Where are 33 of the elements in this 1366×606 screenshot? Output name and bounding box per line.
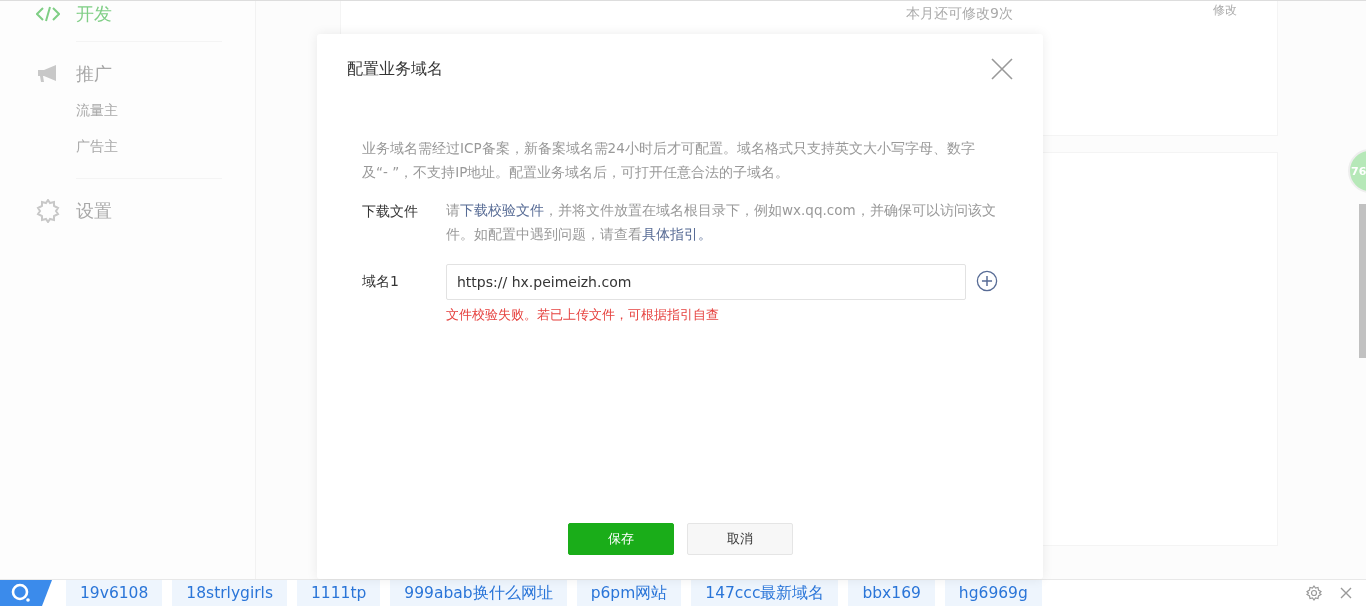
scrollbar-thumb[interactable] bbox=[1359, 204, 1366, 358]
search-logo-icon[interactable] bbox=[0, 580, 52, 606]
modify-link[interactable]: 修改 bbox=[1213, 2, 1237, 19]
search-tag[interactable]: hg6969g bbox=[944, 580, 1042, 606]
search-tag[interactable]: 999abab换什么网址 bbox=[390, 580, 567, 606]
dialog-title: 配置业务域名 bbox=[347, 58, 443, 80]
gear-icon bbox=[36, 199, 60, 223]
close-icon[interactable] bbox=[1338, 585, 1354, 601]
close-button[interactable] bbox=[991, 58, 1013, 80]
domain-input[interactable]: https:// hx.peimeizh.com bbox=[446, 264, 966, 300]
sidebar-item[interactable]: 设置 bbox=[36, 193, 255, 229]
add-icon[interactable] bbox=[976, 269, 998, 293]
modify-count-note: 本月还可修改9次 bbox=[906, 5, 1013, 23]
code-icon bbox=[36, 6, 60, 22]
save-button[interactable]: 保存 bbox=[567, 523, 674, 555]
search-tag[interactable]: 147ccc最新域名 bbox=[691, 580, 839, 606]
search-tag[interactable]: 19v6108 bbox=[66, 580, 163, 606]
text-link[interactable]: 下载校验文件 bbox=[460, 202, 544, 218]
settings-icon[interactable] bbox=[1306, 585, 1322, 601]
text-link[interactable]: 具体指引。 bbox=[642, 226, 712, 242]
intro-text: 业务域名需经过ICP备案，新备案域名需24小时后才可配置。域名格式只支持英文大小写字母、数字及“- ”，不支持IP地址。配置业务域名后，可打开任意合法的子域名。 bbox=[362, 139, 976, 182]
field-label: 域名1 bbox=[362, 272, 400, 291]
search-tag[interactable]: bbx169 bbox=[848, 580, 935, 606]
download-instructions: 请下载校验文件，并将文件放置在域名根目录下，例如wx.qq.com，并确保可以访问该文件。如配置中遇到问题，请查看具体指引。 bbox=[446, 201, 997, 244]
sidebar-subitem[interactable]: 流量主 bbox=[36, 92, 255, 128]
error-message: 文件校验失败。若已上传文件，可根据指引自查 bbox=[446, 306, 720, 324]
sidebar-item[interactable]: 推广 bbox=[36, 56, 255, 92]
search-tag[interactable]: p6pm网站 bbox=[576, 580, 682, 606]
field-label: 下载文件 bbox=[362, 202, 419, 221]
cancel-button[interactable]: 取消 bbox=[686, 523, 793, 555]
search-tag[interactable]: 18strlygirls bbox=[172, 580, 287, 606]
sidebar-subitem[interactable]: 广告主 bbox=[36, 128, 255, 164]
search-tag[interactable]: 1111tp bbox=[297, 580, 381, 606]
